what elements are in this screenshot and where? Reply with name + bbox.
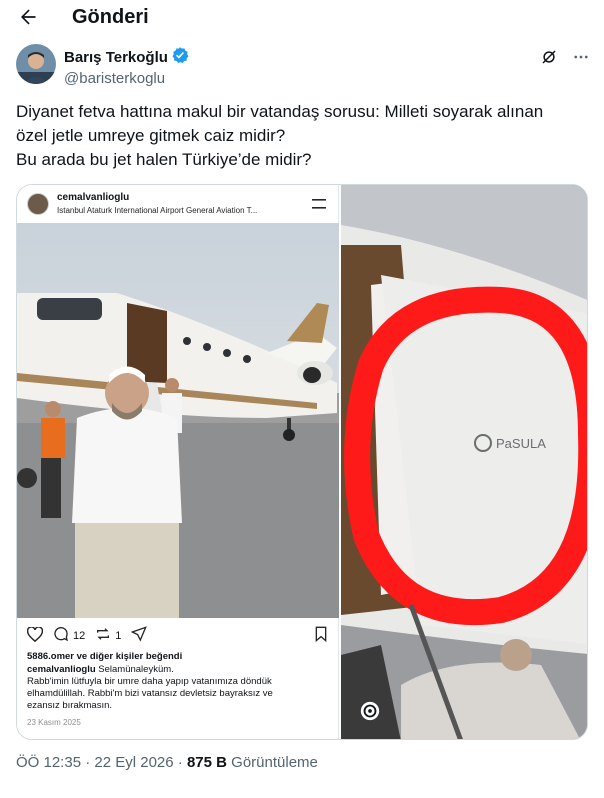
media-image-1[interactable]: cemalvanlioglu Istanbul Ataturk Internat…	[17, 185, 339, 739]
author-name[interactable]: Barış Terkoğlu	[64, 46, 189, 68]
tweet-line: özel jetle umreye gitmek caiz midir?	[16, 126, 286, 145]
meta-separator: ·	[177, 754, 183, 771]
views-label: Görüntüleme	[231, 754, 318, 771]
repost-icon	[95, 626, 111, 645]
heart-icon	[26, 625, 44, 645]
ig-header: cemalvanlioglu Istanbul Ataturk Internat…	[17, 185, 338, 223]
ig-comment-count: 12	[73, 629, 86, 642]
ig-caption-line: Rabb'imin lütfuyla bir umre daha yapıp v…	[27, 676, 272, 687]
tweet-line: Bu arada bu jet halen Türkiye’de midir?	[16, 150, 312, 169]
send-icon	[131, 626, 148, 645]
author-handle[interactable]: @baristerkoglu	[64, 70, 189, 87]
tweet-date[interactable]: 22 Eyl 2026	[94, 754, 173, 771]
tweet-meta: ÖÖ 12:35 · 22 Eyl 2026 · 875 B Görüntüle…	[0, 740, 604, 785]
tweet-text: Diyanet fetva hattına makul bir vatandaş…	[0, 100, 604, 172]
ig-menu-icon	[312, 197, 326, 213]
tweet-time[interactable]: ÖÖ 12:35	[16, 754, 81, 771]
view-count: 875 B	[186, 754, 227, 771]
ig-caption-line: ezansız bırakmasın.	[27, 700, 113, 711]
ig-likes: 5886.omer ve diğer kişiler beğendi	[27, 651, 183, 662]
ig-avatar	[27, 193, 49, 215]
ig-actions: 12 1	[17, 618, 338, 645]
grok-icon[interactable]	[540, 48, 558, 71]
meta-separator: ·	[85, 754, 91, 771]
alt-text-icon[interactable]	[359, 700, 381, 727]
author-row: Barış Terkoğlu @baristerkoglu	[0, 34, 604, 90]
comment-icon	[53, 626, 69, 645]
ig-caption-first: Selamünaleyküm.	[98, 664, 174, 675]
ig-caption: cemalvanlioglu Selamünaleyküm. Rabb'imin…	[17, 662, 338, 712]
ig-share-count: 1	[115, 629, 122, 642]
tweet-line: Diyanet fetva hattına makul bir vatandaş…	[16, 102, 544, 121]
media-grid: cemalvanlioglu Istanbul Ataturk Internat…	[16, 184, 588, 740]
ig-date: 23 Kasım 2025	[27, 718, 81, 727]
ig-caption-line: elhamdülillah. Rabbi'm bizi vatansız dev…	[27, 688, 273, 699]
verified-badge-icon	[171, 46, 189, 68]
ig-photo	[17, 223, 339, 618]
ig-location: Istanbul Ataturk International Airport G…	[57, 206, 258, 215]
avatar[interactable]	[16, 44, 56, 84]
instagram-post-screenshot: cemalvanlioglu Istanbul Ataturk Internat…	[17, 185, 339, 739]
jet-logo-text: PaSULA	[496, 436, 546, 451]
bookmark-icon	[314, 626, 328, 645]
ig-caption-user: cemalvanlioglu	[27, 664, 96, 675]
header-bar: Gönderi	[0, 0, 604, 34]
more-icon[interactable]	[572, 48, 590, 71]
back-arrow-icon[interactable]	[16, 5, 40, 29]
media-image-2[interactable]: PaSULA	[341, 185, 587, 739]
page-title: Gönderi	[72, 5, 149, 28]
ig-username: cemalvanlioglu	[57, 192, 130, 203]
author-name-text[interactable]: Barış Terkoğlu	[64, 49, 168, 66]
